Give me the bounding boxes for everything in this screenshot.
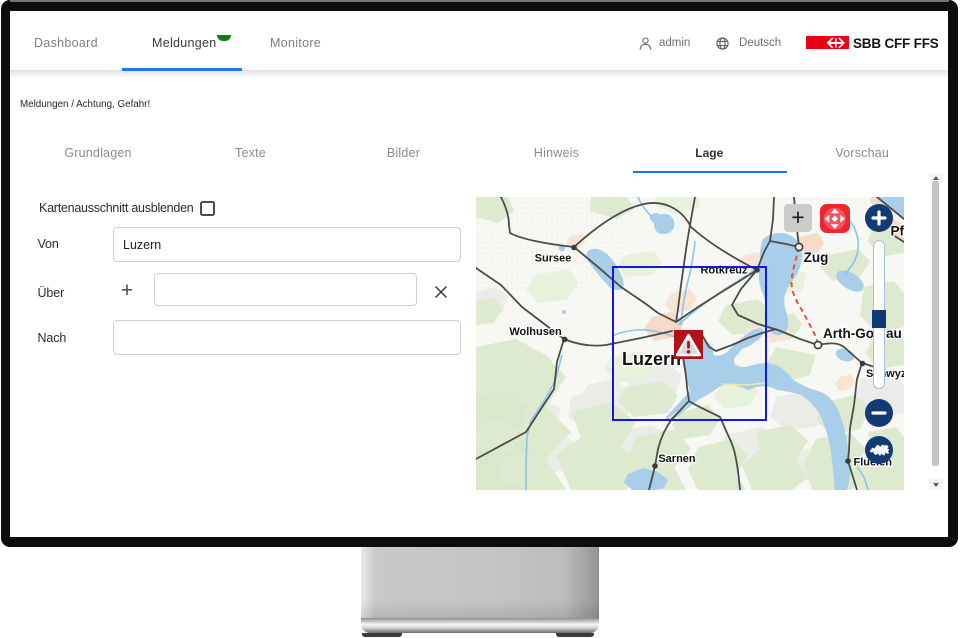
svg-text:Wolhusen: Wolhusen: [509, 326, 562, 338]
svg-text:Sarnen: Sarnen: [658, 453, 696, 465]
svg-text:Zug: Zug: [804, 250, 829, 265]
svg-text:Luzern: Luzern: [622, 349, 681, 369]
svg-text:Arth-Goldau: Arth-Goldau: [823, 326, 902, 341]
svg-text:Sursee: Sursee: [535, 253, 572, 265]
svg-text:Schwyz: Schwyz: [866, 368, 904, 380]
